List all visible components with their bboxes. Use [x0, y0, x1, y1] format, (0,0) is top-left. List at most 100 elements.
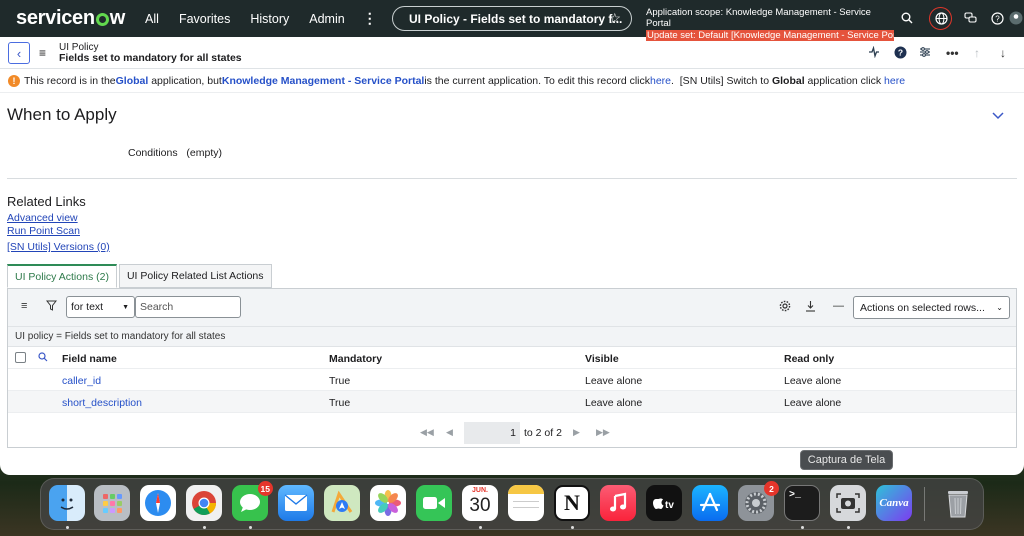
actions-on-selected-rows-select[interactable]: Actions on selected rows... ⌄	[853, 296, 1010, 319]
column-search-icon[interactable]	[38, 352, 48, 365]
music-icon[interactable]	[600, 485, 636, 521]
table-header-row: Field name Mandatory Visible Read only	[8, 347, 1016, 369]
notion-icon[interactable]: N	[554, 485, 590, 521]
when-to-apply-title: When to Apply	[7, 105, 117, 124]
finder-icon[interactable]	[49, 485, 85, 521]
help-circle-icon[interactable]: ?	[894, 46, 907, 62]
screenshot-icon[interactable]	[830, 485, 866, 521]
launchpad-icon[interactable]	[94, 485, 130, 521]
list-menu-icon[interactable]: ≡	[21, 300, 27, 312]
macos-dock: 15 JUN. 30 N tv 2 >_ Canva	[40, 478, 984, 530]
chrome-icon[interactable]	[186, 485, 222, 521]
apple-tv-icon[interactable]: tv	[646, 485, 682, 521]
advanced-view-link[interactable]: Advanced view	[7, 212, 78, 224]
tab-ui-policy-actions[interactable]: UI Policy Actions (2)	[7, 264, 117, 288]
filter-icon[interactable]	[45, 300, 58, 314]
select-all-checkbox[interactable]	[15, 352, 26, 363]
trash-icon[interactable]	[940, 485, 976, 521]
calendar-icon[interactable]: JUN. 30	[462, 485, 498, 521]
messages-icon[interactable]: 15	[232, 481, 273, 521]
activity-icon[interactable]	[868, 45, 880, 61]
arrow-down-icon[interactable]: ↓	[1000, 46, 1006, 60]
application-scope: Application scope: Knowledge Management …	[646, 7, 871, 29]
avatar[interactable]	[1009, 10, 1023, 26]
record-title-pill[interactable]: UI Policy - Fields set to mandatory f...…	[392, 6, 632, 31]
globe-icon[interactable]	[933, 10, 949, 26]
maps-icon[interactable]	[324, 485, 360, 521]
canva-icon[interactable]: Canva	[876, 485, 912, 521]
switch-here-link[interactable]: here	[884, 75, 905, 87]
next-page-icon[interactable]: ▶	[573, 427, 580, 438]
chevron-down-icon[interactable]	[992, 109, 1004, 123]
column-visible[interactable]: Visible	[585, 353, 619, 365]
page-input[interactable]: 1	[464, 422, 520, 444]
collapse-icon[interactable]: —	[833, 300, 844, 312]
previous-page-icon[interactable]: ◀	[446, 427, 453, 438]
list-breadcrumb[interactable]: UI policy = Fields set to mandatory for …	[8, 327, 1016, 347]
arrow-up-icon[interactable]: ↑	[974, 46, 980, 60]
safari-icon[interactable]	[140, 485, 176, 521]
mail-icon[interactable]	[278, 485, 314, 521]
nav-all[interactable]: All	[145, 12, 159, 26]
terminal-icon[interactable]: >_	[784, 485, 820, 521]
running-indicator	[847, 526, 850, 529]
edit-here-link[interactable]: here	[650, 75, 671, 87]
banner-text: application, but	[151, 74, 222, 87]
related-list-panel: ≡ for text ▼ Search — Actions on selecte…	[7, 288, 1017, 448]
notes-icon[interactable]	[508, 485, 544, 521]
photos-icon[interactable]	[370, 485, 406, 521]
gear-icon[interactable]	[779, 300, 791, 315]
conditions-field: Conditions (empty)	[128, 147, 222, 159]
first-page-icon[interactable]: ◀◀	[420, 427, 434, 438]
nav-admin[interactable]: Admin	[309, 12, 344, 26]
facetime-icon[interactable]	[416, 485, 452, 521]
star-icon[interactable]: ☆	[608, 10, 621, 27]
dock-separator	[924, 487, 925, 521]
running-indicator	[249, 526, 252, 529]
back-button[interactable]: ‹	[8, 42, 30, 64]
messages-badge: 15	[257, 481, 273, 496]
context-menu-icon[interactable]: ≡	[39, 46, 46, 60]
more-menu-icon[interactable]: ⋮	[363, 10, 377, 27]
top-nav: servicen w All Favorites History Admin ⋮ …	[0, 0, 1024, 41]
more-actions-icon[interactable]: •••	[946, 46, 959, 60]
settings-sliders-icon[interactable]	[919, 46, 931, 61]
field-name-link[interactable]: short_description	[62, 397, 142, 409]
notes-line	[513, 501, 539, 502]
export-icon[interactable]	[805, 300, 816, 315]
sn-utils-versions-link[interactable]: [SN Utils] Versions (0)	[7, 241, 110, 253]
field-name-link[interactable]: caller_id	[62, 375, 101, 387]
warning-icon: !	[8, 74, 20, 87]
svg-text:tv: tv	[665, 500, 674, 510]
last-page-icon[interactable]: ▶▶	[596, 427, 610, 438]
nav-history[interactable]: History	[250, 12, 289, 26]
search-icon[interactable]	[899, 10, 915, 26]
chevron-down-icon: ⌄	[996, 303, 1003, 312]
chat-icon[interactable]	[962, 10, 978, 26]
list-pagination: ◀◀ ◀ 1 to 2 of 2 ▶ ▶▶	[8, 421, 1016, 445]
nav-favorites[interactable]: Favorites	[179, 12, 230, 26]
visible-value: Leave alone	[585, 397, 643, 409]
search-field-select[interactable]: for text ▼	[66, 296, 135, 318]
read-only-value: Leave alone	[784, 397, 842, 409]
list-toolbar: ≡ for text ▼ Search — Actions on selecte…	[8, 289, 1016, 327]
column-field-name[interactable]: Field name	[62, 353, 117, 365]
search-input[interactable]: Search	[135, 296, 241, 318]
servicenow-logo[interactable]: servicen w	[16, 7, 125, 30]
caret-down-icon: ▼	[122, 303, 129, 311]
scope-info[interactable]: Application scope: Knowledge Management …	[646, 7, 896, 41]
column-read-only[interactable]: Read only	[784, 353, 834, 365]
column-mandatory[interactable]: Mandatory	[329, 353, 382, 365]
global-link[interactable]: Global	[116, 75, 149, 87]
visible-value: Leave alone	[585, 375, 643, 387]
running-indicator	[801, 526, 804, 529]
form-title: UI Policy Fields set to mandatory for al…	[59, 42, 242, 64]
conditions-label: Conditions	[128, 147, 178, 159]
tab-ui-policy-related-list-actions[interactable]: UI Policy Related List Actions	[118, 264, 272, 288]
current-app-link[interactable]: Knowledge Management - Service Portal	[222, 75, 424, 87]
page-number: 1	[510, 427, 516, 439]
system-settings-icon[interactable]: 2	[738, 481, 779, 521]
run-point-scan-link[interactable]: Run Point Scan	[7, 225, 80, 237]
app-store-icon[interactable]	[692, 485, 728, 521]
help-icon[interactable]: ?	[989, 10, 1005, 26]
